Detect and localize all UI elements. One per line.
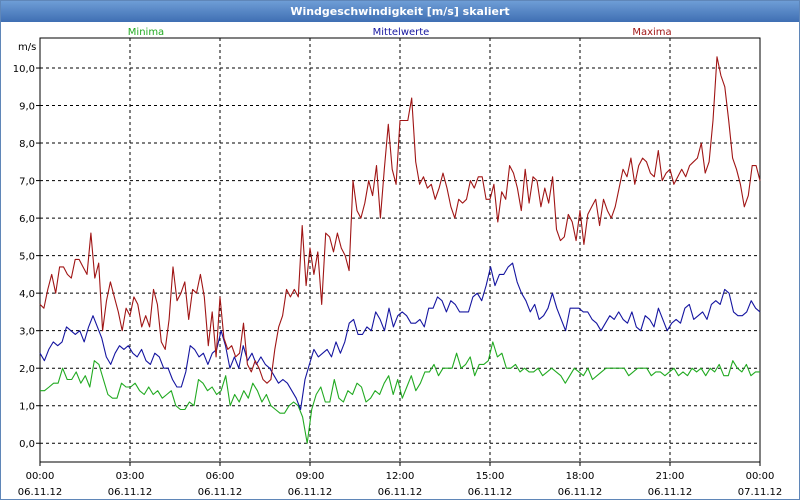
x-tick-time: 15:00: [476, 471, 505, 482]
y-tick-label: 7,0: [19, 177, 35, 188]
x-tick-date: 06.11.12: [288, 487, 333, 498]
y-axis-label: m/s: [18, 42, 36, 53]
ticks: 0,0 1,0 2,0 3,0 4,0 5,0 6,0 7,0 8,0 9,0 10,0 00:00 0…: [13, 64, 783, 498]
y-tick-label: 8,0: [19, 139, 35, 150]
x-tick-date: 06.11.12: [558, 487, 603, 498]
x-tick-date: 06.11.12: [18, 487, 63, 498]
x-tick-date: 06.11.12: [378, 487, 423, 498]
y-tick-label: 10,0: [13, 64, 35, 75]
legend-minima: Minima: [128, 27, 164, 38]
x-tick-time: 03:00: [116, 471, 145, 482]
x-tick-date: 06.11.12: [648, 487, 693, 498]
x-tick-date: 07.11.12: [738, 487, 783, 498]
x-tick-time: 18:00: [566, 471, 595, 482]
legend: Minima Mittelwerte Maxima: [128, 27, 672, 38]
x-tick-time: 00:00: [746, 471, 775, 482]
legend-maxima: Maxima: [632, 27, 671, 38]
y-tick-label: 5,0: [19, 252, 35, 263]
y-tick-label: 0,0: [19, 439, 35, 450]
legend-mittelwerte: Mittelwerte: [373, 27, 430, 38]
y-tick-label: 6,0: [19, 214, 35, 225]
y-tick-label: 9,0: [19, 102, 35, 113]
x-tick-date: 06.11.12: [198, 487, 243, 498]
x-tick-date: 06.11.12: [468, 487, 513, 498]
y-tick-label: 2,0: [19, 364, 35, 375]
x-tick-time: 09:00: [296, 471, 325, 482]
x-tick-time: 00:00: [26, 471, 55, 482]
y-tick-label: 3,0: [19, 327, 35, 338]
x-tick-time: 21:00: [656, 471, 685, 482]
chart-svg: 0,0 1,0 2,0 3,0 4,0 5,0 6,0 7,0 8,0 9,0 10,0 00:00 0…: [13, 27, 783, 498]
x-tick-date: 06.11.12: [108, 487, 153, 498]
y-tick-label: 1,0: [19, 402, 35, 413]
y-tick-label: 4,0: [19, 289, 35, 300]
x-tick-time: 12:00: [386, 471, 415, 482]
x-tick-time: 06:00: [206, 471, 235, 482]
grid: [40, 38, 760, 462]
